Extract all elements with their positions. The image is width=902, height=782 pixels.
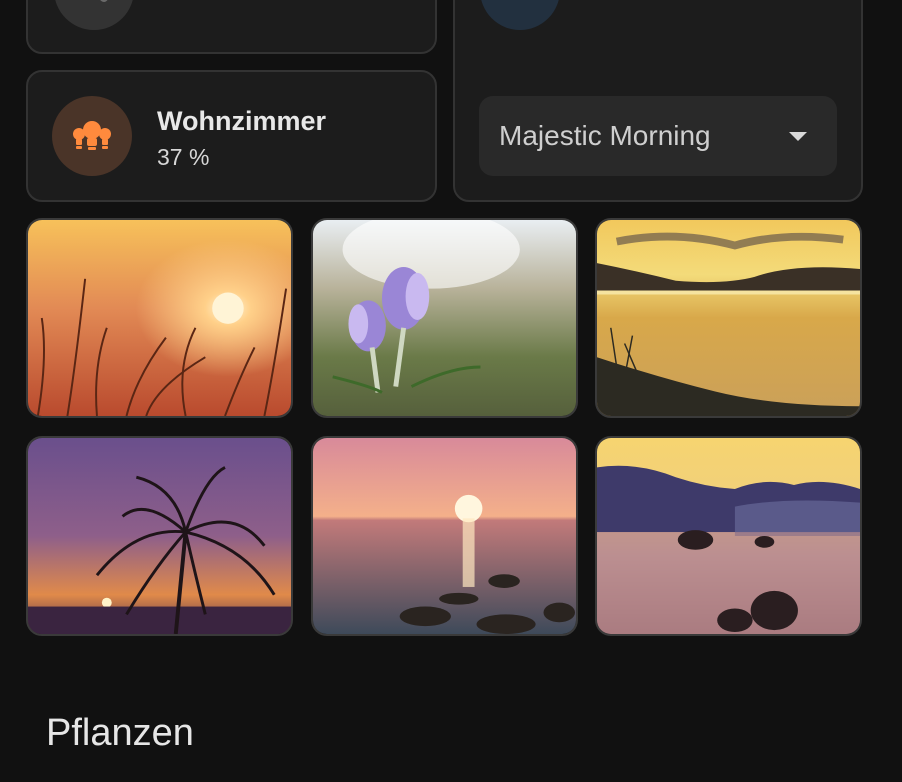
- scene-image-sunset-grass[interactable]: [26, 218, 293, 418]
- light-tile-wohnzimmer[interactable]: Wohnzimmer 37 %: [26, 70, 437, 202]
- scene-select-value: Majestic Morning: [499, 120, 711, 151]
- scene-image-misty-mountains[interactable]: [595, 436, 862, 636]
- scene-icon[interactable]: [480, 0, 560, 30]
- section-title-plants: Pflanzen: [46, 712, 194, 754]
- bulb-group-icon[interactable]: [52, 96, 132, 176]
- scene-image-lake-golden[interactable]: [595, 218, 862, 418]
- light-tile-off[interactable]: Aus: [26, 0, 437, 54]
- scene-image-crocus-flower[interactable]: [311, 218, 578, 418]
- light-icon[interactable]: [54, 0, 134, 30]
- tile-state: 37 %: [157, 144, 210, 170]
- scene-select[interactable]: Majestic Morning: [479, 96, 837, 176]
- chevron-down-icon: [789, 132, 807, 141]
- tile-title: Wohnzimmer: [157, 106, 327, 136]
- scene-image-sea-sunrise[interactable]: [311, 436, 578, 636]
- scene-image-palm-sunset[interactable]: [26, 436, 293, 636]
